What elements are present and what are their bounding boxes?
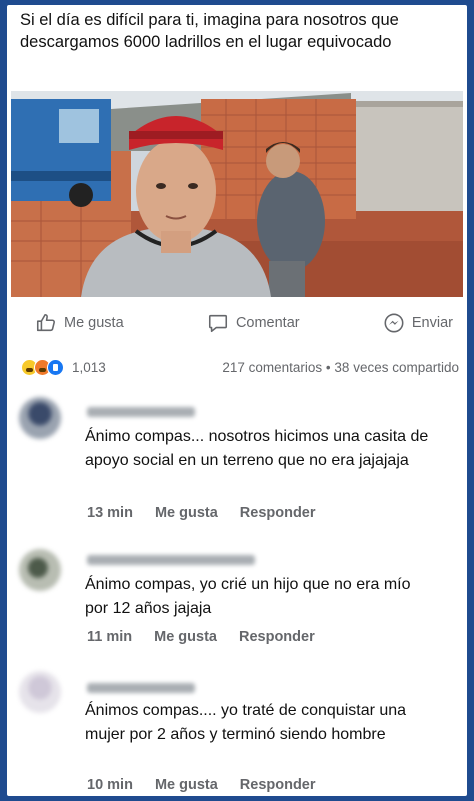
post-caption: Si el día es difícil para ti, imagina pa… [20, 11, 399, 51]
messenger-icon [384, 313, 404, 333]
reaction-icons [21, 358, 64, 376]
comment-item: Ánimo compas, yo crié un hijo que no era… [7, 539, 467, 651]
commenter-name-blurred[interactable] [87, 555, 255, 565]
comment-item: Ánimos compas.... yo traté de conquistar… [7, 665, 467, 795]
separator-dot: • [325, 359, 331, 375]
comment-time: 11 min [87, 629, 133, 645]
commenter-name-blurred[interactable] [87, 407, 195, 417]
thumbs-up-icon [36, 313, 55, 332]
comment-reply-button[interactable]: Responder [240, 505, 316, 521]
photo-illustration [11, 91, 463, 297]
comment-like-button[interactable]: Me gusta [154, 629, 217, 645]
comment-time: 10 min [87, 777, 133, 793]
reactions-count: 1,013 [72, 359, 106, 375]
comment-reply-button[interactable]: Responder [240, 777, 316, 793]
comment-meta: 13 min Me gusta Responder [87, 505, 316, 521]
reactions-summary[interactable]: 1,013 [21, 358, 106, 376]
comment-meta: 10 min Me gusta Responder [87, 777, 316, 793]
comment-text: Ánimo compas... nosotros hicimos una cas… [85, 428, 429, 469]
avatar[interactable] [19, 397, 61, 439]
post-actions-bar: Me gusta Comentar Enviar [7, 303, 467, 343]
comment-item: Ánimo compas... nosotros hicimos una cas… [7, 391, 467, 531]
like-button[interactable]: Me gusta [35, 312, 124, 334]
like-reaction-icon [47, 358, 64, 376]
comment-reply-button[interactable]: Responder [239, 629, 315, 645]
comment-time: 13 min [87, 505, 133, 521]
commenter-name-blurred[interactable] [87, 683, 195, 693]
comment-like-button[interactable]: Me gusta [155, 777, 218, 793]
comment-text: Ánimo compas, yo crié un hijo que no era… [85, 576, 411, 617]
speech-bubble-icon [208, 314, 227, 333]
engagement-counts: 217 comentarios • 38 veces compartido [222, 360, 459, 375]
shares-count[interactable]: 38 veces compartido [334, 360, 459, 375]
comment-button[interactable]: Comentar [207, 312, 300, 334]
post-stats: 1,013 217 comentarios • 38 veces compart… [7, 355, 467, 379]
avatar[interactable] [19, 671, 61, 713]
comments-count[interactable]: 217 comentarios [222, 360, 322, 375]
send-label: Enviar [411, 315, 453, 331]
post-photo[interactable] [11, 91, 463, 297]
comment-label: Comentar [235, 315, 300, 331]
send-button[interactable]: Enviar [383, 312, 453, 334]
comment-meta: 11 min Me gusta Responder [87, 629, 315, 645]
comment-text: Ánimos compas.... yo traté de conquistar… [85, 702, 407, 743]
comment-like-button[interactable]: Me gusta [155, 505, 218, 521]
post-card: Si el día es difícil para ti, imagina pa… [7, 5, 467, 796]
avatar[interactable] [19, 549, 61, 591]
like-label: Me gusta [64, 315, 124, 331]
